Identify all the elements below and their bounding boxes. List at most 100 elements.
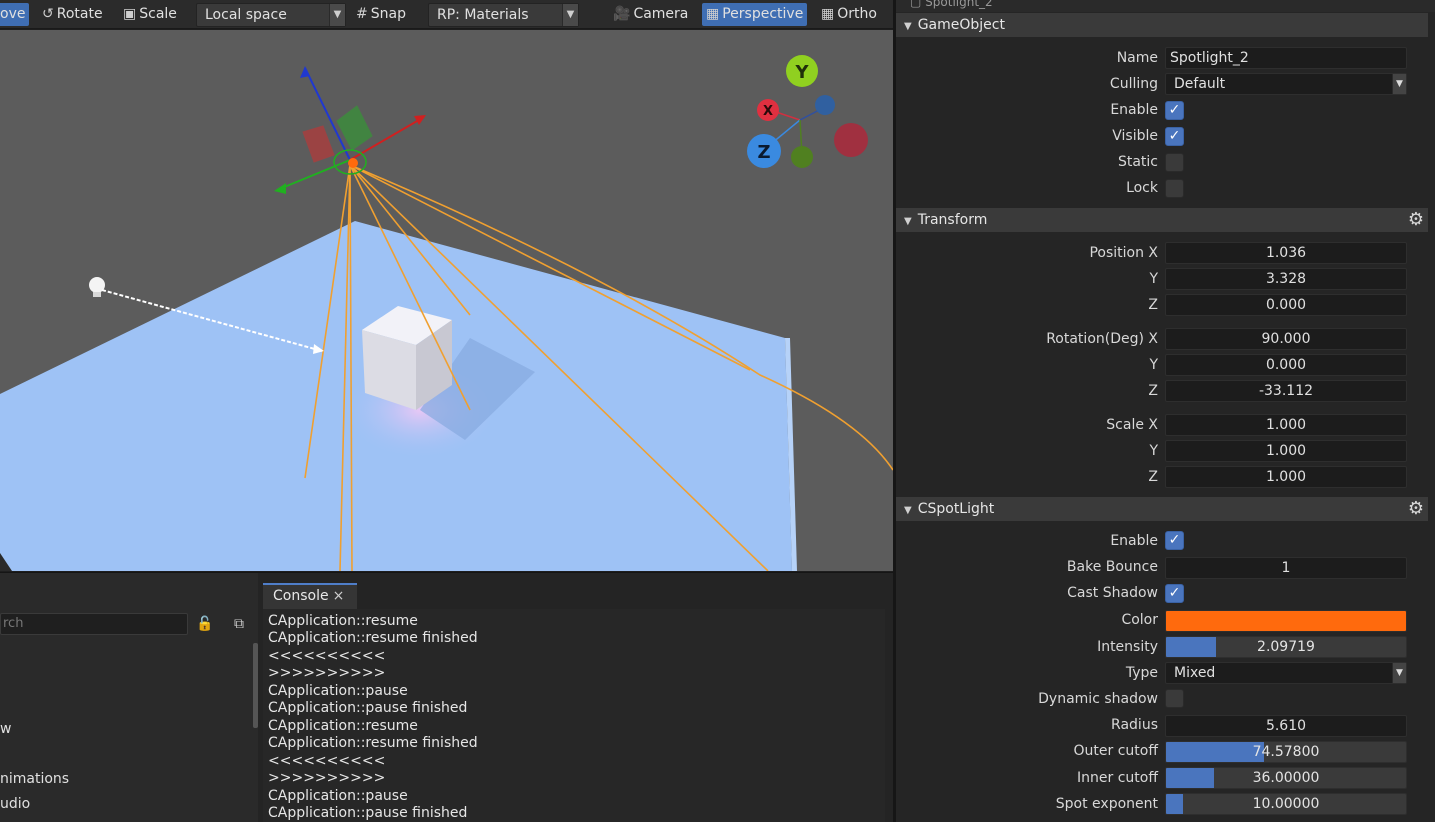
- visible-label: Visible: [1112, 128, 1158, 144]
- position-x-field[interactable]: 1.036: [1165, 242, 1407, 264]
- hierarchy-item[interactable]: nimations: [0, 771, 69, 787]
- inner-cutoff-slider[interactable]: 36.00000: [1165, 767, 1407, 789]
- hierarchy-panel: rch 🔓 ⧉ w nimations udio: [0, 573, 258, 822]
- section-gameobject[interactable]: ▼ GameObject: [896, 13, 1428, 37]
- space-select[interactable]: Local space ▼: [196, 3, 346, 27]
- orientation-gizmo[interactable]: X Y Z: [747, 55, 868, 168]
- position-x-label: Position X: [1089, 245, 1158, 261]
- console-line: CApplication::pause: [268, 788, 408, 804]
- scene-viewport[interactable]: X Y Z: [0, 30, 893, 571]
- scale-label: Scale: [139, 6, 177, 22]
- inspector-title: ▢ Spotlight_2: [896, 0, 1435, 12]
- collapse-triangle-icon: ▼: [904, 216, 912, 227]
- rotation-z-label: Z: [1148, 383, 1158, 399]
- radius-label: Radius: [1111, 717, 1158, 733]
- dynamic-shadow-checkbox[interactable]: [1165, 689, 1184, 708]
- checkmark-icon: ✓: [1168, 102, 1181, 118]
- close-icon[interactable]: ×: [333, 588, 345, 604]
- scene-render[interactable]: X Y Z: [0, 30, 893, 571]
- dynamic-shadow-label: Dynamic shadow: [1038, 691, 1158, 707]
- hierarchy-search-input[interactable]: rch: [0, 613, 188, 635]
- console-log[interactable]: CApplication::resume CApplication::resum…: [263, 609, 885, 822]
- scale-icon: ▣: [123, 6, 137, 22]
- type-select[interactable]: Mixed ▼: [1165, 662, 1407, 684]
- section-title: Transform: [917, 212, 988, 228]
- culling-value: Default: [1174, 76, 1226, 92]
- collapse-triangle-icon: ▼: [904, 505, 912, 516]
- hierarchy-item-label: w: [0, 721, 12, 737]
- position-z-label: Z: [1148, 297, 1158, 313]
- space-value: Local space: [205, 7, 287, 23]
- new-window-icon[interactable]: ⧉: [230, 615, 248, 633]
- console-line: >>>>>>>>>>: [268, 665, 386, 681]
- static-label: Static: [1117, 154, 1158, 170]
- enable-label: Enable: [1110, 102, 1158, 118]
- enable-checkbox[interactable]: ✓: [1165, 101, 1184, 120]
- spot-exponent-slider[interactable]: 10.00000: [1165, 793, 1407, 815]
- cast-shadow-label: Cast Shadow: [1067, 585, 1158, 601]
- console-line: CApplication::pause finished: [268, 700, 468, 716]
- position-z-field[interactable]: 0.000: [1165, 294, 1407, 316]
- console-line: CApplication::resume finished: [268, 735, 478, 751]
- radius-field[interactable]: 5.610: [1165, 715, 1407, 737]
- section-title: GameObject: [917, 17, 1005, 33]
- checkmark-icon: ✓: [1168, 532, 1181, 548]
- visible-checkbox[interactable]: ✓: [1165, 127, 1184, 146]
- intensity-label: Intensity: [1097, 639, 1158, 655]
- gear-icon[interactable]: ⚙: [1408, 208, 1424, 232]
- culling-select[interactable]: Default ▼: [1165, 73, 1407, 95]
- color-label: Color: [1121, 612, 1158, 628]
- search-placeholder: rch: [3, 616, 24, 631]
- bake-bounce-field[interactable]: 1: [1165, 557, 1407, 579]
- type-value: Mixed: [1174, 665, 1216, 681]
- hierarchy-item[interactable]: udio: [0, 796, 30, 812]
- inspector-panel: ▢ Spotlight_2 ▼ GameObject Name Spotlight…: [896, 0, 1435, 822]
- outer-cutoff-slider[interactable]: 74.57800: [1165, 741, 1407, 763]
- hierarchy-item-label: nimations: [0, 771, 70, 787]
- name-field[interactable]: Spotlight_2: [1165, 47, 1407, 69]
- scale-x-label: Scale X: [1106, 417, 1158, 433]
- spot-enable-checkbox[interactable]: ✓: [1165, 531, 1184, 550]
- rotate-tool-button[interactable]: ↺ Rotate: [42, 3, 103, 26]
- rotation-y-field[interactable]: 0.000: [1165, 354, 1407, 376]
- perspective-label: Perspective: [722, 6, 804, 22]
- section-spotlight[interactable]: ▼ CSpotLight ⚙: [896, 497, 1428, 521]
- lock-checkbox[interactable]: [1165, 179, 1184, 198]
- color-swatch[interactable]: [1165, 610, 1407, 632]
- checkmark-icon: ✓: [1168, 585, 1181, 601]
- slider-value: 36.00000: [1252, 770, 1320, 786]
- gizmo-neg-x[interactable]: [834, 123, 868, 157]
- move-tool-button[interactable]: ove: [0, 3, 30, 26]
- console-line: CApplication::resume: [268, 718, 418, 734]
- scale-z-field[interactable]: 1.000: [1165, 466, 1407, 488]
- rotation-x-field[interactable]: 90.000: [1165, 328, 1407, 350]
- intensity-slider[interactable]: 2.09719: [1165, 636, 1407, 658]
- hierarchy-item-label: udio: [0, 796, 31, 812]
- ortho-button[interactable]: ▦ Ortho: [821, 3, 877, 26]
- section-transform[interactable]: ▼ Transform ⚙: [896, 208, 1428, 232]
- gizmo-neg-y[interactable]: [791, 146, 813, 168]
- perspective-button[interactable]: ▦ Perspective: [702, 3, 808, 26]
- hierarchy-scrollbar[interactable]: [253, 643, 258, 728]
- snap-button[interactable]: # Snap: [356, 3, 406, 26]
- lock-icon[interactable]: 🔓: [196, 615, 214, 633]
- scale-y-field[interactable]: 1.000: [1165, 440, 1407, 462]
- console-tab-label: Console: [273, 588, 329, 604]
- bake-bounce-label: Bake Bounce: [1066, 559, 1158, 575]
- cast-shadow-checkbox[interactable]: ✓: [1165, 584, 1184, 603]
- gear-icon[interactable]: ⚙: [1408, 497, 1424, 521]
- scale-z-label: Z: [1148, 469, 1158, 485]
- position-y-field[interactable]: 3.328: [1165, 268, 1407, 290]
- scale-x-field[interactable]: 1.000: [1165, 414, 1407, 436]
- hierarchy-item[interactable]: w: [0, 721, 11, 737]
- snap-grid-icon: #: [356, 6, 368, 22]
- chevron-down-icon: ▼: [562, 4, 578, 26]
- renderpath-select[interactable]: RP: Materials ▼: [428, 3, 579, 27]
- tab-console[interactable]: Console ×: [263, 583, 357, 609]
- scale-tool-button[interactable]: ▣ Scale: [123, 3, 177, 26]
- camera-button[interactable]: 🎥 Camera: [613, 3, 688, 26]
- static-checkbox[interactable]: [1165, 153, 1184, 172]
- rotation-z-field[interactable]: -33.112: [1165, 380, 1407, 402]
- gizmo-neg-z[interactable]: [815, 95, 835, 115]
- gizmo-z-label: Z: [757, 142, 770, 163]
